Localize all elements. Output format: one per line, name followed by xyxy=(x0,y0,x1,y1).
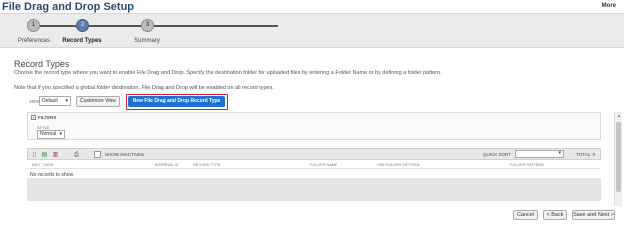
style-select[interactable]: Normal ▾ xyxy=(37,130,65,139)
filters-toggle[interactable]: − FILTERS xyxy=(31,115,56,120)
list-toolbar: ▯ ▤ ▥ ⎙ SHOW INACTIVES QUICK SORT ▾ TOTA… xyxy=(27,148,601,160)
print-icon[interactable]: ⎙ xyxy=(73,151,80,159)
column-record-type[interactable]: RECORD TYPE xyxy=(193,163,220,167)
wizard-steps: 1 2 3 Preferences Record Types Summary xyxy=(0,13,624,48)
section-description: Choose the record type where you want to… xyxy=(14,70,442,76)
chevron-down-icon: ▾ xyxy=(558,150,561,156)
footer-bar: Cancel < Back Save and Next > xyxy=(0,206,624,224)
quick-sort-select[interactable]: ▾ xyxy=(515,150,564,158)
list-empty-area xyxy=(27,178,601,201)
view-select[interactable]: Default ▾ xyxy=(39,96,71,106)
quick-sort-label: QUICK SORT xyxy=(483,152,511,157)
show-inactives-label: SHOW INACTIVES xyxy=(105,152,145,157)
view-select-value: Default xyxy=(42,98,58,104)
more-link[interactable]: More xyxy=(602,3,616,9)
scroll-up-icon[interactable]: ▲ xyxy=(616,113,622,119)
main-content: Record Types Choose the record type wher… xyxy=(0,48,624,224)
chevron-down-icon: ▾ xyxy=(59,131,62,137)
column-edit-view[interactable]: EDIT | VIEW xyxy=(32,163,53,167)
column-folder-name[interactable]: FOLDER NAME xyxy=(310,163,337,167)
table-header: EDIT | VIEW INTERNAL ID RECORD TYPE FOLD… xyxy=(27,161,601,169)
customize-view-button[interactable]: Customize View xyxy=(76,96,120,107)
back-button[interactable]: < Back xyxy=(543,210,567,220)
wizard-connector xyxy=(152,25,278,27)
column-internal-id[interactable]: INTERNAL ID xyxy=(155,163,179,167)
column-folder-pattern[interactable]: FOLDER PATTERN xyxy=(510,163,544,167)
title-bar: File Drag and Drop Setup More xyxy=(0,0,624,13)
page-title: File Drag and Drop Setup xyxy=(2,1,135,13)
save-and-next-button[interactable]: Save and Next > xyxy=(572,210,615,220)
step-2-circle[interactable]: 2 xyxy=(76,19,89,32)
export-pdf-icon[interactable]: ▥ xyxy=(52,151,59,159)
scroll-thumb[interactable] xyxy=(616,122,621,192)
export-csv-icon[interactable]: ▤ xyxy=(41,151,48,159)
filters-title: FILTERS xyxy=(38,115,57,120)
show-inactives-checkbox[interactable] xyxy=(94,151,101,158)
style-select-value: Normal xyxy=(40,131,57,137)
section-title: Record Types xyxy=(14,59,70,69)
step-3-label[interactable]: Summary xyxy=(134,38,160,44)
step-1-circle[interactable]: 1 xyxy=(27,19,40,32)
chevron-down-icon: ▾ xyxy=(65,98,68,104)
section-note: Note that if you specified a global fold… xyxy=(14,85,274,91)
filters-panel: − FILTERS STYLE Normal ▾ xyxy=(27,112,601,140)
wizard-connector xyxy=(88,25,143,27)
new-document-icon[interactable]: ▯ xyxy=(31,151,38,159)
total-count: TOTAL: 0 xyxy=(576,152,596,157)
column-use-folder-pattern[interactable]: USE FOLDER PATTERN xyxy=(377,163,419,167)
cancel-button[interactable]: Cancel xyxy=(513,210,538,220)
new-record-type-button[interactable]: New File Drag and Drop Record Type xyxy=(128,96,225,107)
collapse-icon: − xyxy=(31,115,36,120)
step-2-label[interactable]: Record Types xyxy=(62,38,101,44)
step-3-circle[interactable]: 3 xyxy=(141,19,154,32)
step-1-label[interactable]: Preferences xyxy=(18,38,50,44)
